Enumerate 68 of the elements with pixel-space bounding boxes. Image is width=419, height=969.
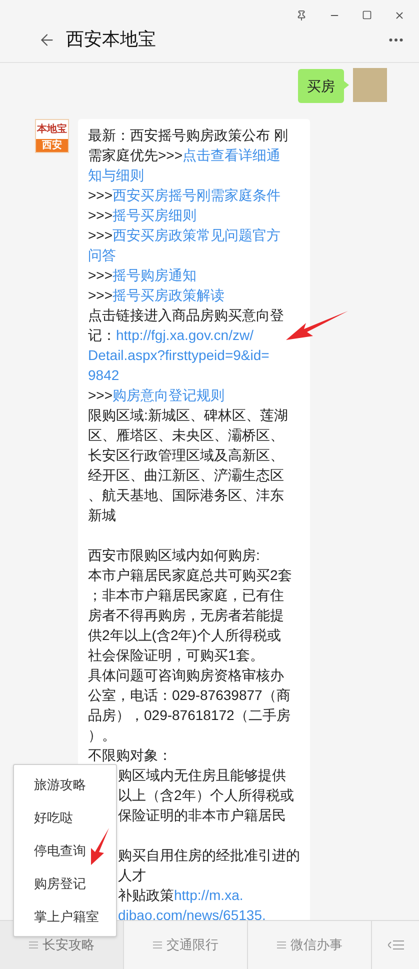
message-link[interactable]: 点击查看详细通 xyxy=(182,147,281,163)
message-text: 最新：西安摇号购房政策公布 刚 xyxy=(88,127,288,143)
sent-message-bubble: 买房 xyxy=(298,69,344,103)
message-text: 长安区行政管理区域及高新区、 xyxy=(88,447,284,463)
menu-icon xyxy=(28,941,38,949)
bubble-tail-icon xyxy=(344,81,349,89)
message-text: 品房），029-87618172（二手房 xyxy=(88,707,290,723)
message-text: >>> xyxy=(88,387,113,403)
message-text: 点击链接进入商品房购买意向登 xyxy=(88,307,284,323)
logo-city-text: 西安 xyxy=(36,139,68,152)
message-text: ；非本市户籍居民家庭，已有住 xyxy=(88,587,284,603)
maximize-icon[interactable] xyxy=(362,10,372,20)
message-link[interactable]: http://fgj.xa.gov.cn/zw/ xyxy=(116,327,254,343)
message-text: 限购区域:新城区、碑林区、莲湖 xyxy=(88,407,288,423)
annotation-arrow-drawing xyxy=(89,828,109,865)
message-link[interactable]: 摇号买房细则 xyxy=(112,207,197,223)
message-link[interactable]: Detail.aspx?firsttypeid=9&id= xyxy=(88,347,270,363)
message-link[interactable]: dibao.com/news/65135. xyxy=(118,907,266,920)
message-text: 、航天基地、国际港务区、沣东 xyxy=(88,487,284,503)
message-text: 人才 xyxy=(118,867,146,883)
message-text: 房者不得再购房，无房者若能提 xyxy=(88,607,284,623)
window-title: 西安本地宝 xyxy=(66,28,156,51)
message-text: 新城 xyxy=(88,507,116,523)
message-text: 区、雁塔区、未央区、灞桥区、 xyxy=(88,427,284,443)
message-text: >>> xyxy=(88,267,113,283)
keyboard-switch-icon[interactable] xyxy=(388,940,404,950)
message-text: 补贴政策 xyxy=(118,887,174,903)
message-text: 供2年以上(含2年)个人所得税或 xyxy=(88,627,281,643)
message-text: 购区域内无住房且能够提供 xyxy=(118,767,286,783)
message-text: 记： xyxy=(88,327,116,343)
popup-menu-item[interactable]: 好吃哒 xyxy=(14,801,116,834)
message-text: 保险证明的非本市户籍居民 xyxy=(118,807,286,823)
menu-icon xyxy=(152,941,162,949)
message-text: >>> xyxy=(88,207,113,223)
close-icon[interactable] xyxy=(394,10,405,20)
bottom-menu-tab[interactable]: 交通限行 xyxy=(124,921,248,969)
menu-icon xyxy=(276,941,286,949)
message-text: 需家庭优先>>> xyxy=(88,147,183,163)
message-text: 公室，电话：029-87639877（商 xyxy=(88,687,290,703)
message-text: >>> xyxy=(88,187,113,203)
message-link[interactable]: 西安买房政策常见问题官方 xyxy=(112,227,281,243)
message-text: 社会保险证明，可购买1套。 xyxy=(88,647,264,663)
message-text: >>> xyxy=(88,227,113,243)
popup-menu-item[interactable]: 旅游攻略 xyxy=(14,768,116,801)
message-link[interactable]: 问答 xyxy=(88,247,116,263)
logo-brand-text: 本地宝 xyxy=(36,122,68,137)
message-link[interactable]: 知与细则 xyxy=(88,167,144,183)
message-link[interactable]: 购房意向登记规则 xyxy=(112,387,225,403)
message-text: 以上（含2年）个人所得税或 xyxy=(118,787,294,803)
popup-menu-item[interactable]: 停电查询 xyxy=(14,834,116,867)
bottom-menu-tab[interactable]: 微信办事 xyxy=(248,921,372,969)
message-text: 具体问题可咨询购房资格审核办 xyxy=(88,667,284,683)
pin-icon[interactable] xyxy=(296,10,307,20)
message-link[interactable]: 摇号购房通知 xyxy=(112,267,197,283)
message-text: 本市户籍居民家庭总共可购买2套 xyxy=(88,567,292,583)
message-link[interactable]: 9842 xyxy=(88,367,120,383)
message-link[interactable]: 西安买房摇号刚需家庭条件 xyxy=(112,187,281,203)
message-link[interactable]: http://m.xa. xyxy=(174,887,244,903)
message-link[interactable]: 摇号买房政策解读 xyxy=(112,287,225,303)
message-text: 不限购对象： xyxy=(88,747,172,763)
annotation-arrow-drawing xyxy=(286,309,348,341)
avatar-photo-placeholder xyxy=(353,68,387,102)
message-text: 经开区、曲江新区、浐灞生态区 xyxy=(88,467,284,483)
message-text: 西安市限购区域内如何购房: xyxy=(88,547,260,563)
popup-menu-item[interactable]: 购房登记 xyxy=(14,867,116,900)
message-text: ）。 xyxy=(88,727,116,743)
message-text: >>> xyxy=(88,287,113,303)
message-text: 购买自用住房的经批准引进的 xyxy=(118,847,300,863)
